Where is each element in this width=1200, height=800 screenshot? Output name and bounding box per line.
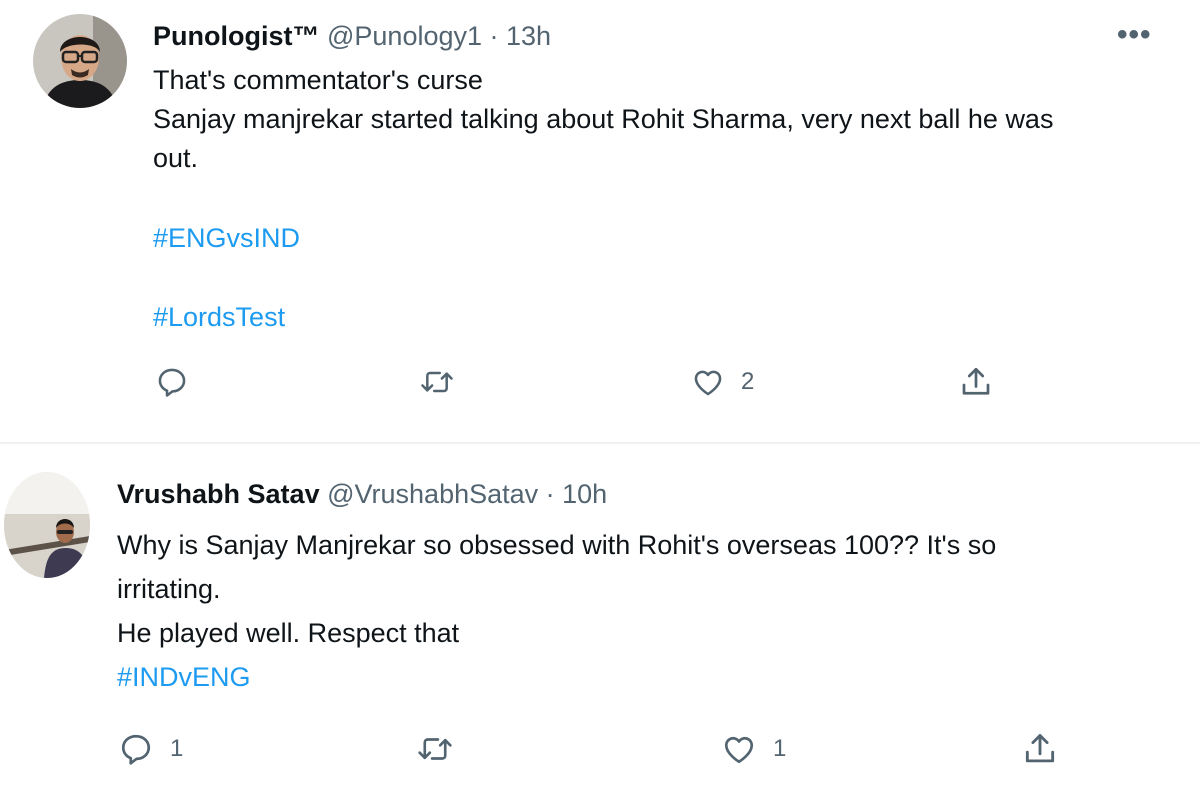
- hashtag-link[interactable]: #LordsTest: [153, 300, 285, 334]
- tweet-punologist[interactable]: Punologist™ @Punology1 · 13h ••• That's …: [0, 0, 1200, 442]
- like-button[interactable]: 1: [721, 731, 786, 767]
- like-count: 2: [741, 368, 755, 395]
- timestamp[interactable]: 10h: [562, 479, 607, 509]
- tweet-divider: [0, 442, 1200, 444]
- avatar[interactable]: [4, 472, 90, 578]
- tweet-text-line: He played well. Respect that: [117, 618, 460, 648]
- separator: ·: [482, 21, 507, 51]
- handle[interactable]: @Punology1: [327, 21, 482, 51]
- reply-button[interactable]: 1: [118, 731, 183, 767]
- tweet-text-line: Sanjay manjrekar started talking about R…: [153, 104, 1054, 134]
- reply-icon: [155, 365, 189, 399]
- tweet-text-line: irritating.: [117, 574, 221, 604]
- avatar[interactable]: [33, 14, 127, 108]
- share-button[interactable]: [1021, 730, 1075, 768]
- like-button[interactable]: 2: [691, 365, 754, 399]
- timestamp[interactable]: 13h: [506, 21, 551, 51]
- retweet-icon: [419, 365, 455, 399]
- like-icon: [721, 731, 757, 767]
- reply-button[interactable]: [155, 365, 205, 399]
- tweet-header: Vrushabh Satav @VrushabhSatav · 10h: [117, 477, 607, 511]
- hashtag-link[interactable]: #ENGvsIND: [153, 221, 300, 255]
- tweet-text-line: Why is Sanjay Manjrekar so obsessed with…: [117, 530, 997, 560]
- tweet-text-line: out.: [153, 143, 199, 173]
- reply-count: 1: [170, 735, 184, 762]
- tweet-header: Punologist™ @Punology1 · 13h: [153, 19, 551, 53]
- tweet-vrushabh-satav[interactable]: Vrushabh Satav @VrushabhSatav · 10h Why …: [0, 446, 1200, 800]
- retweet-button[interactable]: [419, 365, 471, 399]
- share-icon: [1021, 730, 1059, 768]
- separator: ·: [538, 479, 563, 509]
- retweet-icon: [416, 731, 454, 767]
- like-count: 1: [773, 735, 787, 762]
- reply-icon: [118, 731, 154, 767]
- display-name[interactable]: Punologist™: [153, 21, 319, 51]
- handle[interactable]: @VrushabhSatav: [327, 479, 538, 509]
- more-horizontal-icon[interactable]: •••: [1117, 20, 1152, 50]
- like-icon: [691, 365, 725, 399]
- share-icon: [958, 364, 994, 400]
- tweet-text-line: That's commentator's curse: [153, 65, 483, 95]
- hashtag-link[interactable]: #INDvENG: [117, 660, 251, 694]
- retweet-button[interactable]: [416, 731, 470, 767]
- display-name[interactable]: Vrushabh Satav: [117, 479, 320, 509]
- share-button[interactable]: [958, 364, 1010, 400]
